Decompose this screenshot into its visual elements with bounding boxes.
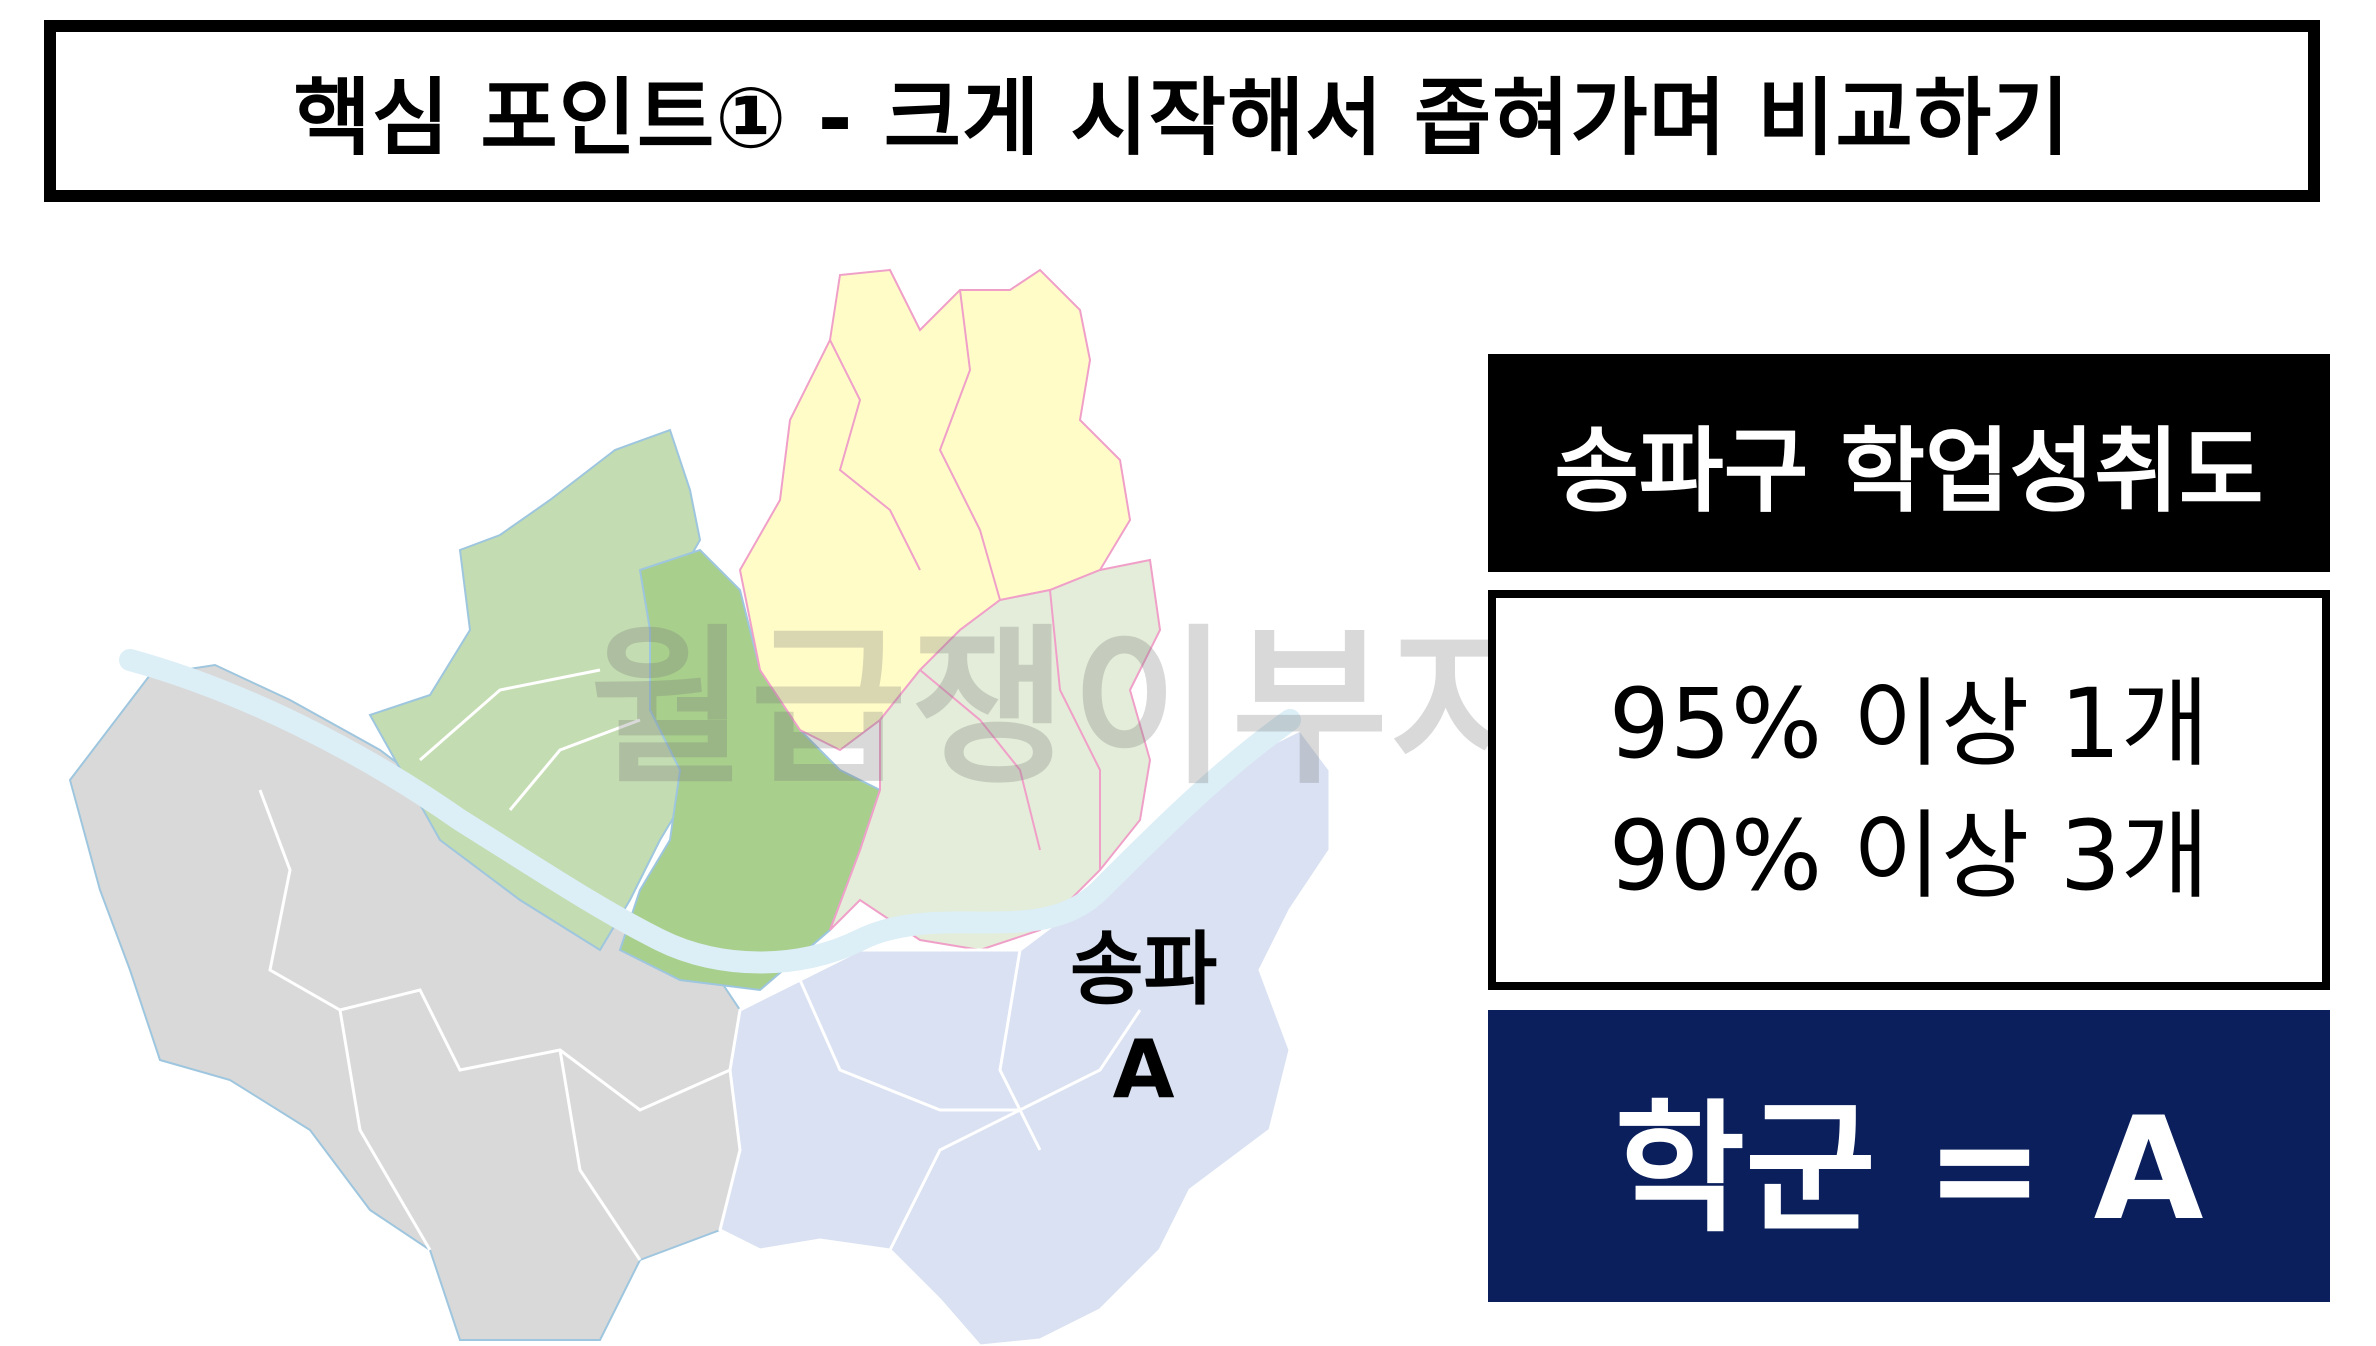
district-label: 송파 [1070, 923, 1218, 1016]
stat-line-95: 95% 이상 1개 [1608, 667, 2210, 780]
seoul-map-svg [68, 268, 1332, 1346]
school-grade-text: 학군 = A [1614, 1087, 2204, 1252]
achievement-header-text: 송파구 학업성취도 [1554, 417, 2264, 525]
stat-line-90: 90% 이상 3개 [1608, 800, 2210, 912]
achievement-stats-panel: 95% 이상 1개 90% 이상 3개 [1488, 590, 2330, 990]
achievement-header-panel: 송파구 학업성취도 [1488, 354, 2330, 572]
title-box: 핵심 포인트① - 크게 시작해서 좁혀가며 비교하기 [44, 20, 2320, 202]
seoul-map: 송파 A [40, 250, 1380, 1346]
school-grade-panel: 학군 = A [1488, 1010, 2330, 1302]
page-title: 핵심 포인트① - 크게 시작해서 좁혀가며 비교하기 [293, 68, 2071, 167]
map-label-group: 송파 A [1070, 920, 1217, 1120]
district-grade-label: A [1112, 1023, 1175, 1116]
